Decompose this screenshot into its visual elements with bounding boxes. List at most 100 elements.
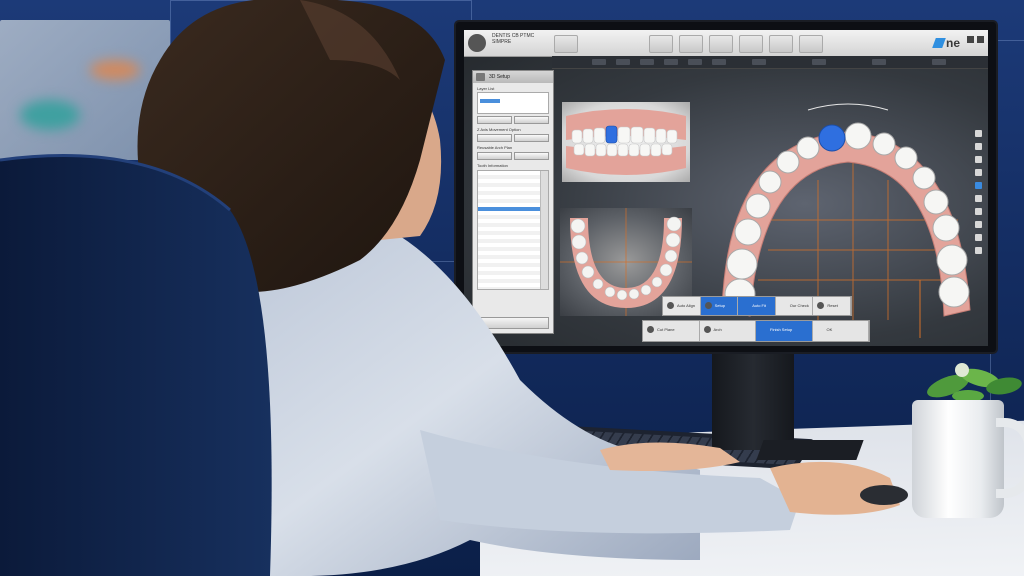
check-button[interactable]: Our Check <box>776 297 814 315</box>
selected-tooth-main[interactable] <box>818 124 846 152</box>
setup-label: Setup <box>714 303 726 308</box>
app-title: DENTIS CB PTMC SIMPRE <box>492 33 552 45</box>
finish-setup-button[interactable]: Finish Setup <box>756 321 813 341</box>
ok-button[interactable]: OK <box>813 321 869 341</box>
view-tool[interactable] <box>688 59 702 65</box>
layers-icon[interactable] <box>974 143 982 150</box>
toolbar-button[interactable] <box>709 35 733 53</box>
panel-title: 3D Setup <box>489 74 510 80</box>
arch-plan-label: Reusable Arch Plan <box>477 145 513 150</box>
user-icon[interactable] <box>468 34 486 52</box>
arch-icon <box>703 326 711 333</box>
tooth-info-scrollbar[interactable] <box>540 171 548 289</box>
movement-option[interactable] <box>514 134 549 142</box>
setup-panel: 3D Setup Layer List Z Axis Movement Opti… <box>472 70 554 334</box>
view-tool[interactable] <box>640 59 654 65</box>
check-label: Our Check <box>789 303 809 308</box>
layers-icon[interactable] <box>974 156 982 163</box>
arch-plan-option[interactable] <box>477 152 512 160</box>
layer-list[interactable] <box>477 92 549 114</box>
view-tool[interactable] <box>932 59 946 65</box>
triangle-icon[interactable] <box>974 208 982 215</box>
mug-handle <box>996 418 1024 498</box>
window-control[interactable] <box>977 36 984 43</box>
auto-fit-label: Auto Fit <box>752 303 766 308</box>
background-decor <box>20 100 80 130</box>
photo-scene: DENTIS CB PTMC SIMPRE ne 3D Setup Layer … <box>0 0 1024 576</box>
brand-logo: ne <box>932 33 960 53</box>
view-toolbar <box>552 56 988 69</box>
app-titlebar: DENTIS CB PTMC SIMPRE ne <box>464 30 988 57</box>
toolbar-button[interactable] <box>769 35 793 53</box>
monitor-icon[interactable] <box>554 35 578 53</box>
cut-plane-label: Cut Plane <box>657 327 675 332</box>
pencil-icon[interactable] <box>974 130 982 137</box>
coffee-mug <box>912 400 1004 518</box>
dental-app-screen: DENTIS CB PTMC SIMPRE ne 3D Setup Layer … <box>464 30 988 346</box>
arch-plan-options <box>477 152 549 160</box>
app-title-line2: SIMPRE <box>492 39 512 45</box>
auto-fit-button[interactable]: Auto Fit <box>738 297 776 315</box>
toolbar-button[interactable] <box>739 35 763 53</box>
background-whiteboard <box>0 20 170 160</box>
arch-button[interactable]: Arch <box>700 321 756 341</box>
layer-buttons <box>477 116 549 124</box>
brand-mark-icon <box>932 38 946 48</box>
layer-button[interactable] <box>477 116 512 124</box>
arch-label: Arch <box>713 327 722 332</box>
ok-label: OK <box>826 327 833 332</box>
reset-button[interactable]: Reset <box>813 297 851 315</box>
view-tool[interactable] <box>664 59 678 65</box>
toolbar-button[interactable] <box>649 35 673 53</box>
view-tool[interactable] <box>752 59 766 65</box>
workflow-bar: Cut Plane Arch Finish Setup OK <box>642 320 870 342</box>
setup-icon <box>704 302 712 309</box>
movement-label: Z Axis Movement Option <box>477 127 521 132</box>
brand-text: ne <box>945 36 960 50</box>
view-tool[interactable] <box>616 59 630 65</box>
view-tool[interactable] <box>592 59 606 65</box>
cut-icon <box>647 326 654 333</box>
background-decor <box>90 60 140 80</box>
selected-tooth-front[interactable] <box>605 125 618 144</box>
front-teeth-render <box>566 109 686 175</box>
front-teeth-view[interactable] <box>562 102 690 182</box>
monitor-stand-base <box>756 440 864 460</box>
auto-align-button[interactable]: Auto Align <box>663 297 701 315</box>
tooth-info-label: Tooth Information <box>477 163 508 168</box>
setup-action-bar: Auto Align Setup Auto Fit Our Check Rese… <box>662 296 852 316</box>
control-button[interactable] <box>477 317 549 329</box>
auto-align-label: Auto Align <box>677 303 696 308</box>
tooth-info-selected-row[interactable] <box>478 207 540 211</box>
setup-button[interactable]: Setup <box>700 297 739 315</box>
background-frame <box>170 0 472 262</box>
plant <box>927 363 1022 402</box>
reset-label: Reset <box>827 303 838 308</box>
cut-plane-button[interactable]: Cut Plane <box>643 321 700 341</box>
view-tool[interactable] <box>872 59 886 65</box>
right-toolbar <box>972 130 984 290</box>
toolbar-button[interactable] <box>679 35 703 53</box>
view-tool[interactable] <box>712 59 726 65</box>
arch-plan-option[interactable] <box>514 152 549 160</box>
layer-list-label: Layer List <box>477 86 495 91</box>
panel-header: 3D Setup <box>473 71 553 83</box>
shield-icon[interactable] <box>974 221 982 228</box>
movement-option[interactable] <box>477 134 512 142</box>
view-tool[interactable] <box>812 59 826 65</box>
menu-icon[interactable] <box>974 247 982 254</box>
align-icon <box>667 302 674 309</box>
window-control[interactable] <box>967 36 974 43</box>
layer-button[interactable] <box>514 116 549 124</box>
reset-icon <box>817 302 825 309</box>
layer-list-selected[interactable] <box>480 99 500 103</box>
layers-icon[interactable] <box>974 169 982 176</box>
finish-setup-label: Finish Setup <box>770 327 793 332</box>
tooth-info-table[interactable] <box>477 170 549 290</box>
rotate-icon[interactable] <box>974 234 982 241</box>
monitor: DENTIS CB PTMC SIMPRE ne 3D Setup Layer … <box>456 22 996 352</box>
layers-icon[interactable] <box>974 195 982 202</box>
active-tool-icon[interactable] <box>974 182 982 189</box>
movement-options <box>477 134 549 142</box>
toolbar-button[interactable] <box>799 35 823 53</box>
